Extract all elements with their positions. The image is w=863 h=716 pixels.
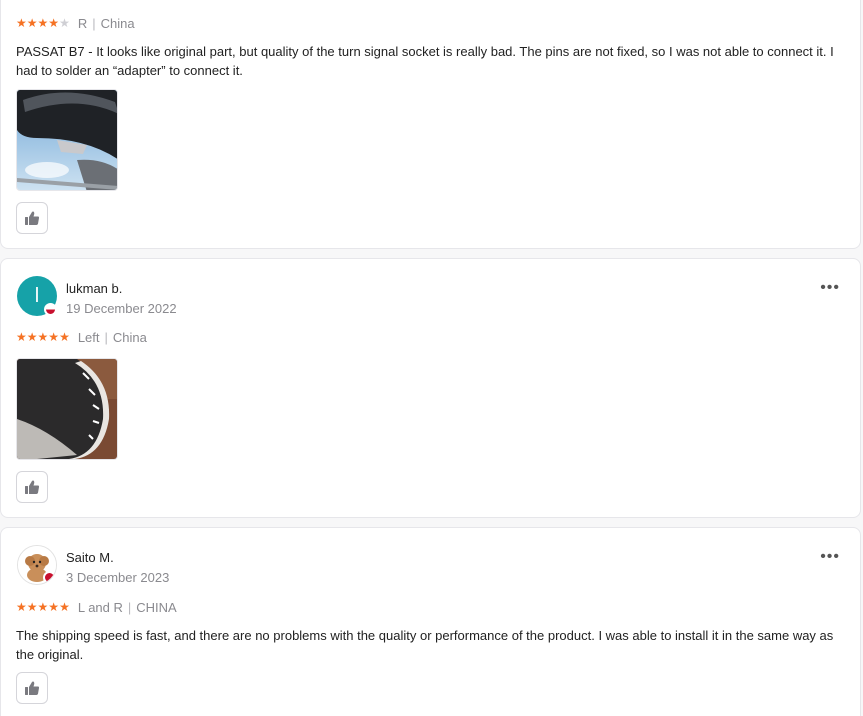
star-rating: ★ ★ ★ ★ ★: [16, 331, 70, 343]
star-icon: ★: [16, 16, 27, 30]
review-date: 3 December 2023: [66, 570, 170, 585]
star-icon: ★: [37, 16, 49, 30]
variant-separator: |: [92, 15, 96, 31]
variant-separator: |: [127, 599, 132, 615]
more-options-button[interactable]: •••: [820, 280, 840, 296]
star-icon: ★: [37, 600, 49, 614]
thumbs-up-icon: [25, 480, 40, 494]
rating-row: ★ ★ ★ ★ ★ R | China: [16, 15, 135, 31]
like-button[interactable]: [16, 672, 48, 704]
review-card: Saito M. 3 December 2023 ••• ★ ★ ★ ★ ★ L…: [0, 527, 861, 716]
mirror-photo: [17, 90, 117, 190]
review-card: ★ ★ ★ ★ ★ R | China PASSAT B7 - It looks…: [0, 0, 861, 249]
star-rating: ★ ★ ★ ★ ★: [16, 601, 70, 613]
more-options-button[interactable]: •••: [820, 549, 840, 565]
star-icon: ★: [26, 16, 38, 30]
star-icon: ★: [48, 16, 60, 30]
star-icon: ★: [16, 330, 27, 344]
thumbs-up-icon: [25, 211, 40, 225]
avatar-letter: l: [34, 285, 40, 307]
avatar: [17, 545, 57, 585]
country-label: CHINA: [136, 599, 177, 615]
reviews-page: ★ ★ ★ ★ ★ R | China PASSAT B7 - It looks…: [0, 0, 863, 716]
reviewer-name: lukman b.: [66, 281, 123, 296]
star-rating: ★ ★ ★ ★ ★: [16, 17, 70, 29]
star-icon: ★: [26, 330, 38, 344]
review-date: 19 December 2022: [66, 301, 177, 316]
review-card: l lukman b. 19 December 2022 ••• ★ ★ ★ ★…: [0, 258, 861, 518]
thumbs-up-icon: [25, 681, 40, 695]
variant-separator: |: [104, 329, 108, 345]
star-icon: ★: [37, 330, 49, 344]
review-text: The shipping speed is fast, and there ar…: [16, 628, 834, 662]
star-icon: ★: [59, 330, 70, 344]
reviewer-name: Saito M.: [66, 550, 114, 565]
avatar: l: [17, 276, 57, 316]
country-label: China: [112, 329, 147, 345]
country-flag-icon: [43, 571, 56, 584]
star-icon: ★: [48, 330, 60, 344]
star-icon: ★: [26, 600, 38, 614]
star-icon: ★: [59, 600, 70, 614]
mirror-photo: [17, 359, 117, 459]
variant-label: Left: [77, 329, 100, 345]
review-photo[interactable]: [16, 358, 118, 460]
variant-label: L and R: [77, 599, 123, 615]
rating-row: ★ ★ ★ ★ ★ L and R | CHINA: [16, 599, 177, 615]
rating-row: ★ ★ ★ ★ ★ Left | China: [16, 329, 147, 345]
like-button[interactable]: [16, 471, 48, 503]
star-icon: ★: [16, 600, 27, 614]
review-text: PASSAT B7 - It looks like original part,…: [16, 44, 834, 78]
review-photo[interactable]: [16, 89, 118, 191]
star-empty-icon: ★: [59, 16, 70, 30]
like-button[interactable]: [16, 202, 48, 234]
variant-label: R: [77, 15, 88, 31]
country-label: China: [100, 15, 135, 31]
star-icon: ★: [48, 600, 60, 614]
country-flag-icon: [44, 303, 57, 316]
